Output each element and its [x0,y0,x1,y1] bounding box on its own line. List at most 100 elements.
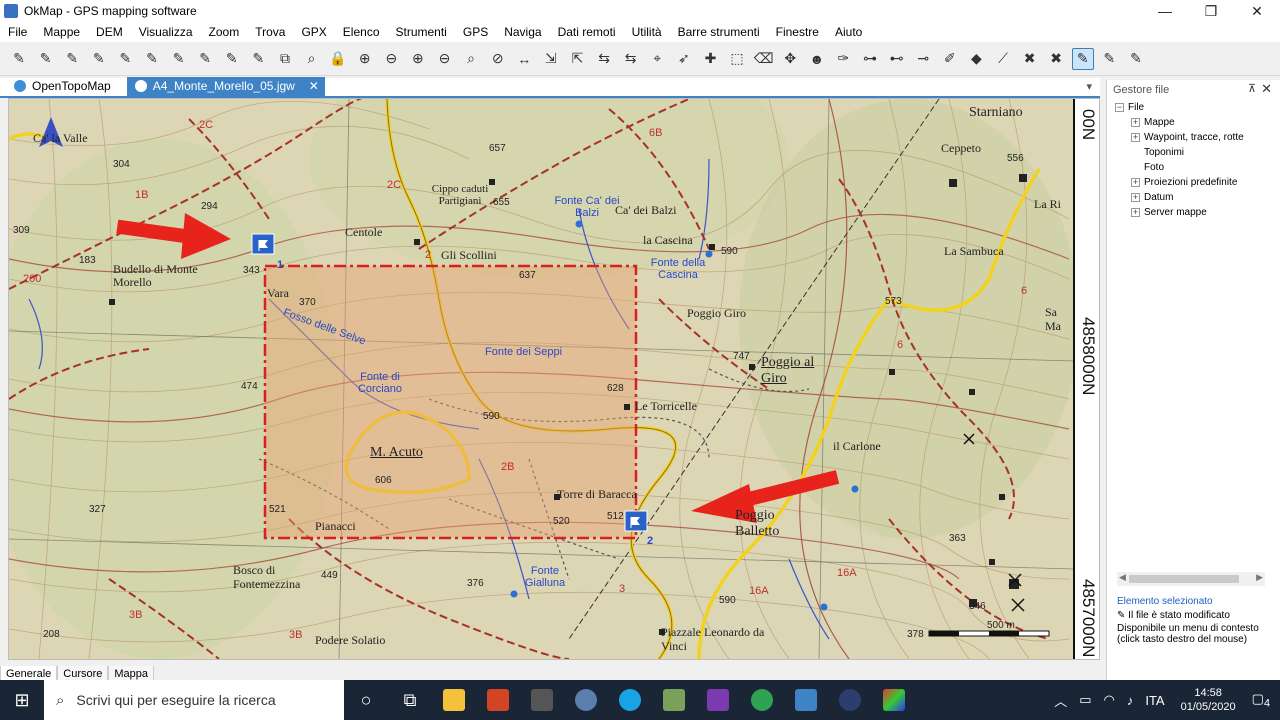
chrome-icon[interactable] [740,680,784,720]
toolbar-button-icon[interactable]: ⇱ [566,48,588,70]
tab-a4-monte-morello[interactable]: A4_Monte_Morello_05.jgw ✕ [126,77,325,96]
file-explorer-icon[interactable] [432,680,476,720]
task-view-icon[interactable]: ⧉ [388,680,432,720]
tree-node-toponimi[interactable]: Toponimi [1115,145,1275,160]
expand-icon[interactable]: + [1131,132,1140,142]
close-tab-icon[interactable]: ✕ [309,77,319,96]
toolbar-button-icon[interactable]: ◆ [965,48,987,70]
okmap-taskbar-icon[interactable] [784,680,828,720]
onenote-icon[interactable] [696,680,740,720]
toolbar-button-icon[interactable]: ⇆ [593,48,615,70]
clock[interactable]: 14:58 01/05/2020 [1181,686,1236,714]
menu-naviga[interactable]: Naviga [496,22,549,42]
tree-node-proiezioni-predefinite[interactable]: + Proiezioni predefinite [1115,175,1275,190]
menu-trova[interactable]: Trova [247,22,293,42]
toolbar-button-icon[interactable]: ➶ [673,48,695,70]
waypoint-2-flag[interactable] [624,510,648,532]
minimize-button[interactable]: — [1142,0,1188,22]
expand-icon[interactable]: + [1131,192,1140,202]
menu-file[interactable]: File [0,22,35,42]
scrollbar-thumb[interactable] [1129,575,1239,583]
language-indicator[interactable]: ITA [1145,693,1164,708]
tree-node-foto[interactable]: Foto [1115,160,1275,175]
close-button[interactable]: ✕ [1234,0,1280,22]
toolbar-button-icon[interactable]: ✎ [1071,47,1094,70]
tree-node-file[interactable]: − File [1115,100,1275,115]
tree-node-server-mappe[interactable]: + Server mappe [1115,205,1275,220]
scroll-left-icon[interactable]: ◀ [1119,572,1126,583]
tab-list-dropdown-icon[interactable]: ▾ [1086,80,1092,93]
toolbar-button-icon[interactable]: ✎ [141,48,163,70]
calculator-icon[interactable] [520,680,564,720]
tree-node-waypoint-tracce-rotte[interactable]: + Waypoint, tracce, rotte [1115,130,1275,145]
toolbar-button-icon[interactable]: ✎ [35,48,57,70]
menu-dem[interactable]: DEM [88,22,131,42]
waypoint-1-flag[interactable] [251,233,275,255]
menu-utilit-[interactable]: Utilità [624,22,670,42]
toolbar-button-icon[interactable]: ✎ [8,48,30,70]
toolbar-button-icon[interactable]: ✎ [88,48,110,70]
menu-finestre[interactable]: Finestre [768,22,827,42]
toolbar-button-icon[interactable]: ✎ [61,48,83,70]
powerpoint-icon[interactable] [476,680,520,720]
app-icon[interactable] [828,680,872,720]
app-icon[interactable] [652,680,696,720]
windows-start-icon[interactable]: ⊞ [0,680,44,720]
toolbar-button-icon[interactable]: ✎ [1125,48,1147,70]
toolbar-button-icon[interactable]: ⊖ [380,48,402,70]
menu-visualizza[interactable]: Visualizza [131,22,201,42]
wifi-icon[interactable]: ◠ [1104,692,1115,708]
toolbar-button-icon[interactable]: ✖ [1045,48,1067,70]
toolbar-button-icon[interactable]: ⊕ [354,48,376,70]
tree-node-mappe[interactable]: + Mappe [1115,115,1275,130]
toolbar-button-icon[interactable]: ⧉ [274,48,296,70]
toolbar-button-icon[interactable]: 🔒 [327,48,349,70]
toolbar-button-icon[interactable]: ⊘ [487,48,509,70]
app-icon[interactable] [564,680,608,720]
toolbar-button-icon[interactable]: ✥ [779,48,801,70]
toolbar-button-icon[interactable]: ✖ [1019,48,1041,70]
toolbar-button-icon[interactable]: ✑ [832,48,854,70]
toolbar-button-icon[interactable]: ⌖ [646,48,668,70]
menu-mappe[interactable]: Mappe [35,22,88,42]
toolbar-button-icon[interactable]: ✐ [939,48,961,70]
notifications-icon[interactable]: ▢4 [1252,691,1270,710]
toolbar-button-icon[interactable]: ⟋ [992,48,1014,70]
menu-zoom[interactable]: Zoom [201,22,248,42]
toolbar-button-icon[interactable]: ✎ [1098,48,1120,70]
expand-icon[interactable]: + [1131,207,1140,217]
toolbar-button-icon[interactable]: ⊖ [434,48,456,70]
toolbar-button-icon[interactable]: ⌫ [753,48,775,70]
toolbar-button-icon[interactable]: ✎ [168,48,190,70]
menu-dati-remoti[interactable]: Dati remoti [550,22,624,42]
tree-node-datum[interactable]: + Datum [1115,190,1275,205]
menu-elenco[interactable]: Elenco [335,22,388,42]
toolbar-button-icon[interactable]: ⌕ [301,48,323,70]
menu-strumenti[interactable]: Strumenti [388,22,455,42]
toolbar-button-icon[interactable]: ⇆ [620,48,642,70]
tab-opentopomap[interactable]: OpenTopoMap [6,77,121,96]
toolbar-button-icon[interactable]: ↔ [513,48,535,70]
chevron-up-icon[interactable]: ︿ [1054,691,1067,710]
toolbar-button-icon[interactable]: ✎ [247,48,269,70]
app-icon[interactable] [872,680,916,720]
toolbar-button-icon[interactable]: ⊶ [859,48,881,70]
menu-aiuto[interactable]: Aiuto [827,22,870,42]
pin-icon[interactable]: ⊼ [1248,82,1256,95]
skype-icon[interactable] [608,680,652,720]
expand-icon[interactable]: + [1131,117,1140,127]
menu-gpx[interactable]: GPX [293,22,334,42]
toolbar-button-icon[interactable]: ✎ [194,48,216,70]
volume-icon[interactable]: ♪ [1127,693,1134,708]
toolbar-button-icon[interactable]: ⬚ [726,48,748,70]
menu-gps[interactable]: GPS [455,22,496,42]
battery-icon[interactable]: ▭ [1079,692,1091,708]
close-panel-icon[interactable]: ✕ [1261,81,1272,97]
toolbar-button-icon[interactable]: ✚ [699,48,721,70]
cortana-icon[interactable]: ○ [344,680,388,720]
toolbar-button-icon[interactable]: ⊷ [886,48,908,70]
map-canvas[interactable]: 00N 4858000N 4857000N Starniano Ceppeto … [8,98,1100,660]
toolbar-button-icon[interactable]: ✎ [114,48,136,70]
scroll-right-icon[interactable]: ▶ [1256,572,1263,583]
toolbar-button-icon[interactable]: ✎ [221,48,243,70]
